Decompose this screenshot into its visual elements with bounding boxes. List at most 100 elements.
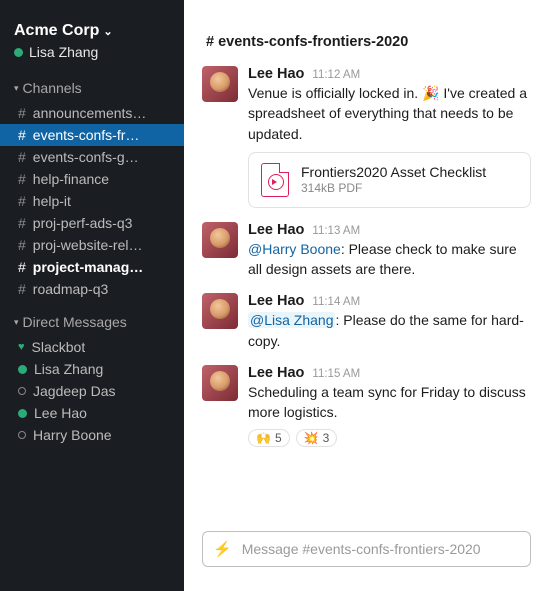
channel-item[interactable]: # help-it [0,190,184,212]
message-list: Lee Hao 11:12 AM Venue is officially loc… [184,60,549,525]
dms-section-toggle[interactable]: ▾ Direct Messages [0,300,184,336]
message-time: 11:14 AM [312,296,360,308]
channel-label: roadmap-q3 [33,281,109,297]
message-body: Lee Hao 11:14 AM @Lisa Zhang: Please do … [248,293,531,351]
hash-icon: # [18,127,26,143]
message-composer[interactable]: ⚡ [202,531,531,567]
channel-item[interactable]: # help-finance [0,168,184,190]
dms-section-label: Direct Messages [23,314,127,330]
reaction-bar: 🙌 5 💥 3 [248,429,531,447]
message-time: 11:12 AM [312,69,360,81]
message: Lee Hao 11:14 AM @Lisa Zhang: Please do … [202,287,531,359]
hash-icon: # [18,193,26,209]
dm-label: Harry Boone [33,427,112,443]
channels-section-toggle[interactable]: ▾ Channels [0,66,184,102]
channel-header: # events-confs-frontiers-2020 [184,0,549,60]
message-input[interactable] [242,541,520,557]
channel-title[interactable]: # events-confs-frontiers-2020 [206,34,527,50]
presence-online-icon [18,365,27,374]
channel-item[interactable]: # proj-perf-ads-q3 [0,212,184,234]
channel-label: announcements… [33,105,147,121]
dm-item[interactable]: Lee Hao [0,402,184,424]
dm-item[interactable]: Lisa Zhang [0,358,184,380]
shortcuts-bolt-icon[interactable]: ⚡ [213,540,232,558]
pdf-icon [261,163,289,197]
presence-online-icon [18,409,27,418]
reaction[interactable]: 🙌 5 [248,429,290,447]
message-sender[interactable]: Lee Hao [248,365,304,381]
dm-item[interactable]: Jagdeep Das [0,380,184,402]
dm-label: Lee Hao [34,405,87,421]
attachment-title: Frontiers2020 Asset Checklist [301,164,486,180]
channel-item-active[interactable]: #events-confs-fr… [0,124,184,146]
dm-label: Slackbot [32,339,86,355]
app-root: Acme Corp ⌄ Lisa Zhang ▾ Channels # annou… [0,0,549,591]
message: Lee Hao 11:12 AM Venue is officially loc… [202,60,531,216]
message-text: Scheduling a team sync for Friday to dis… [248,382,531,423]
reaction-count: 3 [323,431,330,445]
channel-label: help-it [33,193,71,209]
reaction-count: 5 [275,431,282,445]
channel-label: proj-perf-ads-q3 [33,215,133,231]
emoji-raised-hands-icon: 🙌 [256,431,271,445]
user-mention-self[interactable]: @Lisa Zhang [248,312,335,328]
channel-label: events-confs-g… [33,149,139,165]
message-time: 11:13 AM [312,225,360,237]
channel-label: help-finance [33,171,109,187]
caret-down-icon: ▾ [14,317,19,328]
file-attachment[interactable]: Frontiers2020 Asset Checklist 314kB PDF [248,152,531,208]
avatar[interactable] [202,66,238,102]
channel-label: project-manag… [33,259,143,275]
emoji-boom-icon: 💥 [304,431,319,445]
dm-label: Lisa Zhang [34,361,103,377]
channel-list: # announcements… #events-confs-fr… # event… [0,102,184,300]
hash-icon: # [18,281,26,297]
channel-item[interactable]: # announcements… [0,102,184,124]
chevron-down-icon: ⌄ [103,25,112,38]
reaction[interactable]: 💥 3 [296,429,338,447]
caret-down-icon: ▾ [14,83,19,94]
presence-offline-icon [18,387,26,395]
channel-item[interactable]: # proj-website-rel… [0,234,184,256]
hash-icon: # [18,105,26,121]
dm-item[interactable]: Harry Boone [0,424,184,446]
hash-icon: # [18,259,26,275]
message-sender[interactable]: Lee Hao [248,293,304,309]
hash-icon: # [18,149,26,165]
message-body: Lee Hao 11:15 AM Scheduling a team sync … [248,365,531,447]
current-user-name: Lisa Zhang [29,44,98,60]
avatar[interactable] [202,365,238,401]
sidebar: Acme Corp ⌄ Lisa Zhang ▾ Channels # annou… [0,0,184,591]
channel-label: proj-website-rel… [33,237,143,253]
emoji-party-icon: 🎉 [422,85,439,101]
main-pane: # events-confs-frontiers-2020 Lee Hao 11… [184,0,549,591]
hash-icon: # [18,171,26,187]
hash-icon: # [18,237,26,253]
channels-section-label: Channels [23,80,82,96]
workspace-name: Acme Corp [14,22,99,40]
user-mention[interactable]: @Harry Boone [248,241,341,257]
message-body: Lee Hao 11:12 AM Venue is officially loc… [248,66,531,208]
channel-item[interactable]: # roadmap-q3 [0,278,184,300]
workspace-switcher[interactable]: Acme Corp ⌄ [14,22,170,40]
message-time: 11:15 AM [312,368,360,380]
message-sender[interactable]: Lee Hao [248,66,304,82]
message: Lee Hao 11:15 AM Scheduling a team sync … [202,359,531,455]
presence-offline-icon [18,431,26,439]
message-sender[interactable]: Lee Hao [248,222,304,238]
hash-icon: # [18,215,26,231]
channel-item-unread[interactable]: # project-manag… [0,256,184,278]
message-text: @Lisa Zhang: Please do the same for hard… [248,310,531,351]
message-body: Lee Hao 11:13 AM @Harry Boone: Please ch… [248,222,531,280]
dm-list: ♥Slackbot Lisa Zhang Jagdeep Das Lee Hao… [0,336,184,446]
message-text: Venue is officially locked in. 🎉 I've cr… [248,83,531,144]
channel-item[interactable]: # events-confs-g… [0,146,184,168]
message-text: @Harry Boone: Please check to make sure … [248,239,531,280]
presence-online-icon [14,48,23,57]
message: Lee Hao 11:13 AM @Harry Boone: Please ch… [202,216,531,288]
avatar[interactable] [202,293,238,329]
dm-item[interactable]: ♥Slackbot [0,336,184,358]
avatar[interactable] [202,222,238,258]
attachment-meta: 314kB PDF [301,181,486,195]
current-user[interactable]: Lisa Zhang [14,44,170,60]
